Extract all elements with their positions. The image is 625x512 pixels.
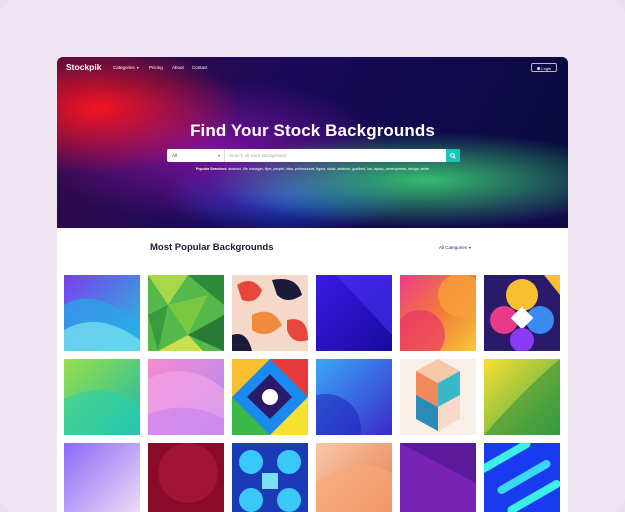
hero-title: Find Your Stock Backgrounds (190, 121, 435, 140)
section-title: Most Popular Backgrounds (150, 242, 274, 253)
background-thumbnail[interactable] (64, 275, 140, 351)
nav-categories-label: Categories (113, 65, 135, 70)
background-thumbnail[interactable] (484, 359, 560, 435)
background-thumbnail[interactable] (232, 359, 308, 435)
categories-dropdown-label: All Categories (439, 245, 468, 250)
categories-dropdown[interactable]: All Categories ▾ (439, 245, 471, 250)
popular-terms[interactable]: abstract, file manager, flyer, people, i… (228, 167, 429, 171)
background-thumbnail[interactable] (148, 275, 224, 351)
search-category-select[interactable]: All ▾ (167, 149, 225, 162)
search-bar: All ▾ (167, 149, 460, 162)
search-button[interactable] (446, 149, 460, 162)
background-thumbnail[interactable] (400, 443, 476, 512)
logo[interactable]: Stockpik (66, 62, 101, 72)
chevron-down-icon: ▾ (136, 65, 139, 70)
nav-about[interactable]: About (172, 65, 184, 70)
background-thumbnail[interactable] (316, 359, 392, 435)
chevron-down-icon: ▾ (469, 245, 472, 250)
background-thumbnail[interactable] (232, 275, 308, 351)
login-label: Login (541, 66, 552, 71)
user-icon: ⚉ (536, 66, 541, 71)
background-thumbnail[interactable] (148, 443, 224, 512)
hero-banner: Stockpik Categories ▾ Pricing About Conta… (57, 57, 568, 228)
search-icon (450, 152, 456, 159)
background-thumbnail[interactable] (232, 443, 308, 512)
top-nav: Stockpik Categories ▾ Pricing About Conta… (57, 57, 568, 79)
popular-searches: Popular Searches: abstract, file manager… (57, 167, 568, 171)
chevron-down-icon: ▾ (217, 153, 220, 158)
search-input[interactable] (229, 149, 439, 162)
background-thumbnail[interactable] (64, 359, 140, 435)
nav-pricing[interactable]: Pricing (149, 65, 163, 70)
login-button[interactable]: ⚉Login (531, 63, 557, 72)
site-preview: Stockpik Categories ▾ Pricing About Conta… (57, 57, 568, 512)
nav-categories[interactable]: Categories ▾ (113, 65, 139, 70)
background-thumbnail[interactable] (400, 275, 476, 351)
background-thumbnail[interactable] (484, 275, 560, 351)
background-thumbnail[interactable] (64, 443, 140, 512)
background-thumbnail[interactable] (400, 359, 476, 435)
popular-label: Popular Searches: (195, 167, 228, 171)
background-thumbnail[interactable] (316, 443, 392, 512)
search-select-value: All (172, 153, 178, 158)
nav-contact[interactable]: Contact (192, 65, 208, 70)
background-thumbnail[interactable] (316, 275, 392, 351)
background-thumbnail[interactable] (148, 359, 224, 435)
background-thumbnail[interactable] (484, 443, 560, 512)
